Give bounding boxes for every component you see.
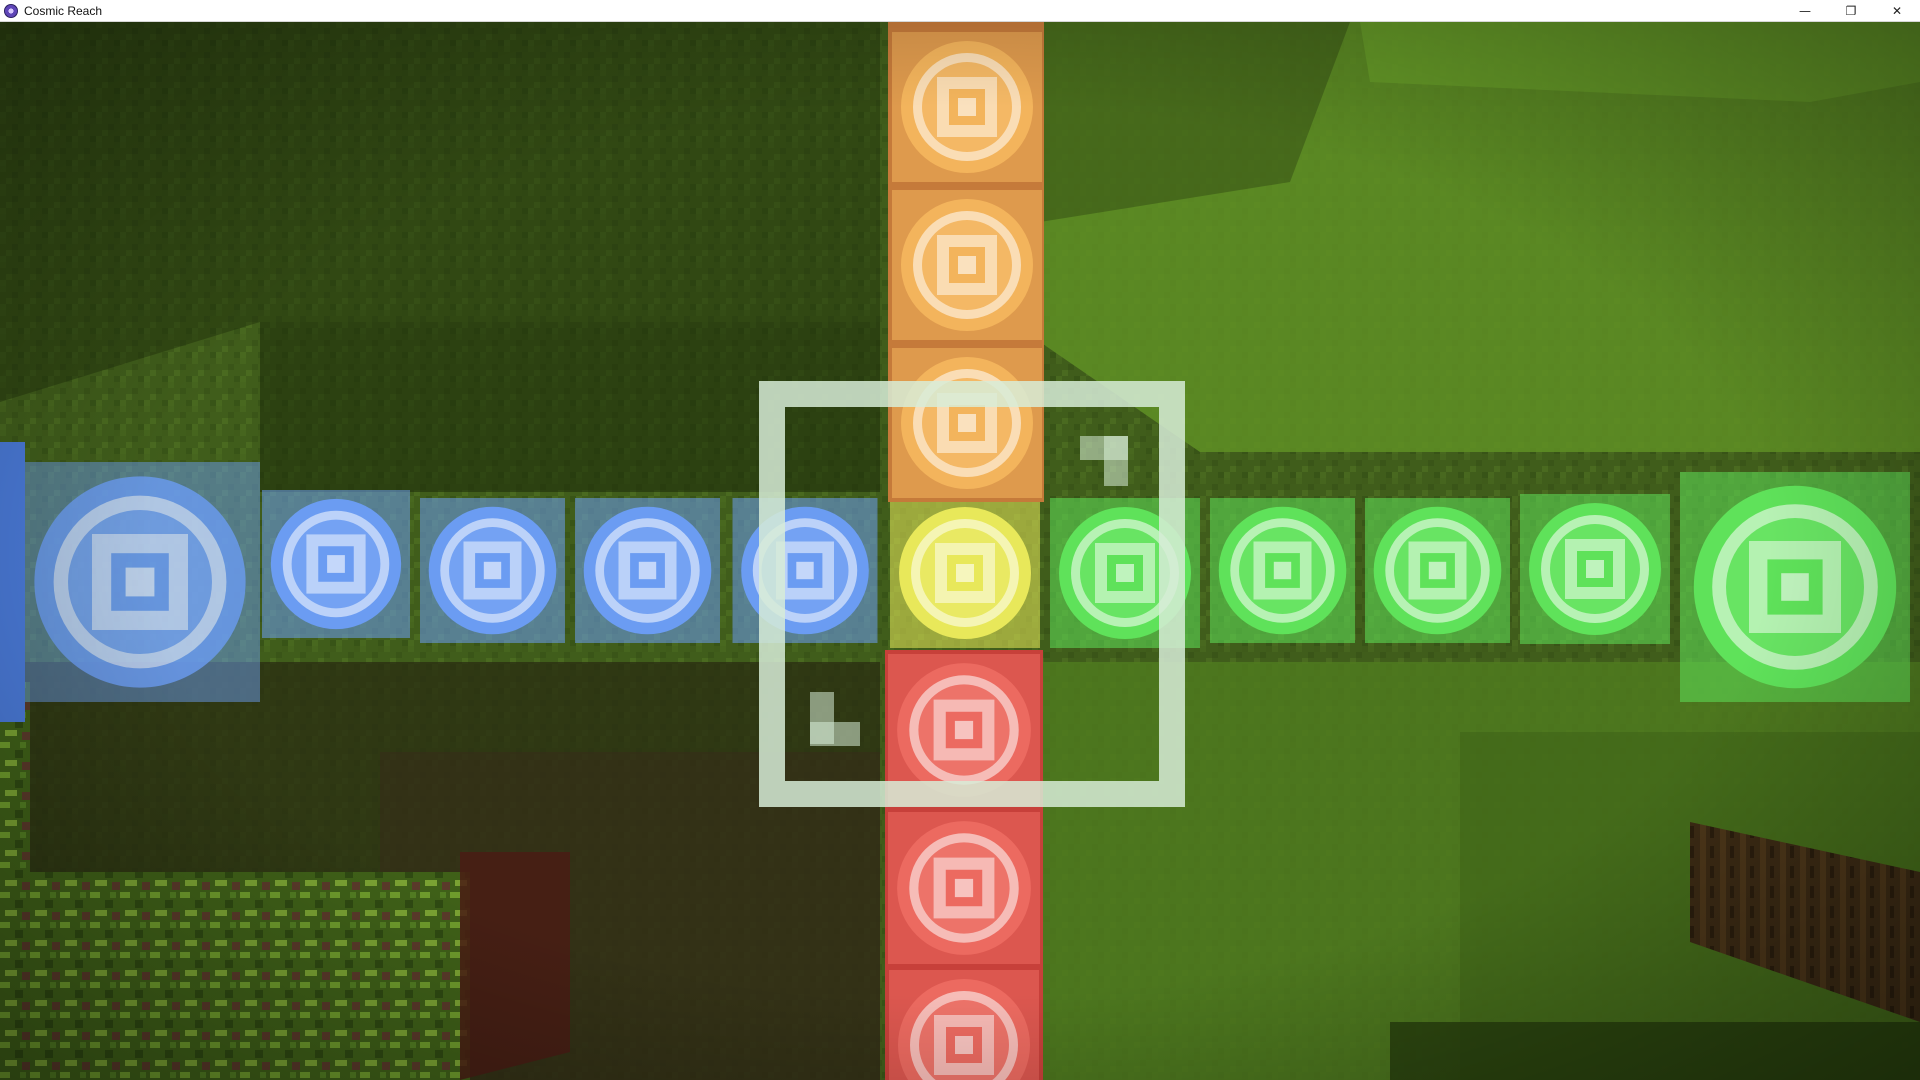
window-title: Cosmic Reach bbox=[24, 3, 103, 18]
close-button[interactable]: ✕ bbox=[1874, 0, 1920, 22]
title-bar: Cosmic Reach — ❐ ✕ bbox=[0, 0, 1920, 22]
minimize-icon: — bbox=[1799, 4, 1811, 18]
game-viewport[interactable] bbox=[0, 22, 1920, 1080]
cosmic-reach-app-icon bbox=[4, 3, 18, 18]
close-icon: ✕ bbox=[1891, 4, 1903, 18]
window-controls: — ❐ ✕ bbox=[1782, 0, 1920, 22]
restore-icon: ❐ bbox=[1845, 4, 1857, 18]
restore-button[interactable]: ❐ bbox=[1828, 0, 1874, 22]
minimize-button[interactable]: — bbox=[1782, 0, 1828, 22]
game-scene bbox=[0, 22, 1920, 1080]
